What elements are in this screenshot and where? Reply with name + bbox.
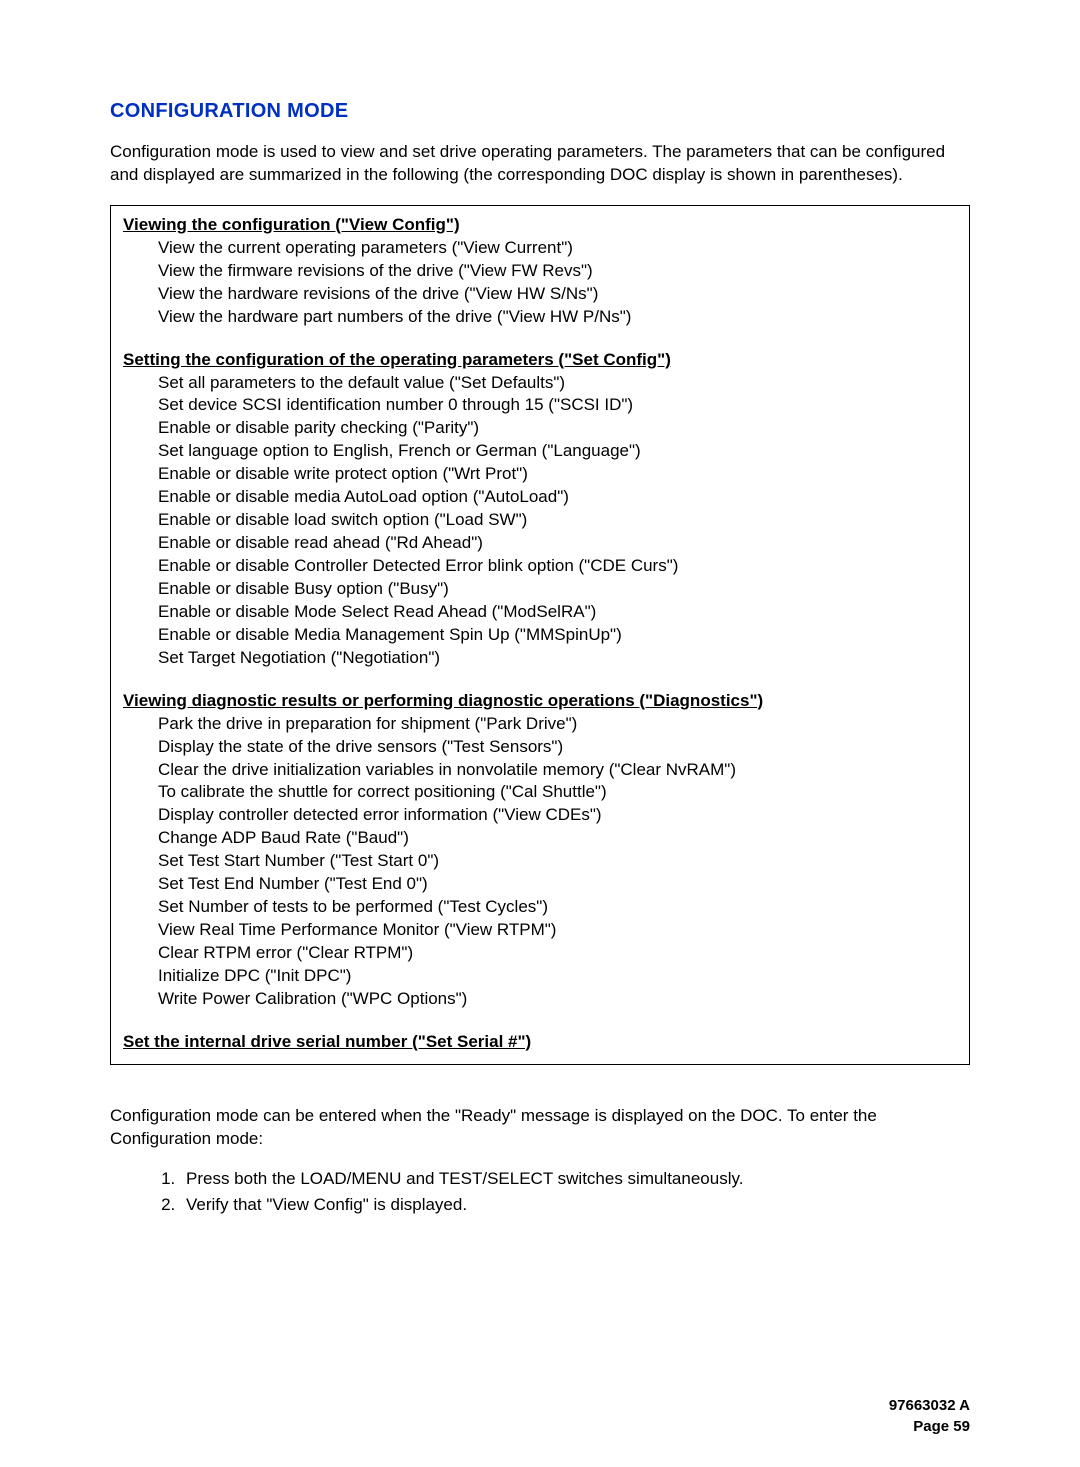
config-item: Enable or disable media AutoLoad option … — [158, 486, 957, 509]
config-item: Display the state of the drive sensors (… — [158, 736, 957, 759]
config-item: Set language option to English, French o… — [158, 440, 957, 463]
config-item: Enable or disable load switch option ("L… — [158, 509, 957, 532]
config-item: View the hardware revisions of the drive… — [158, 283, 957, 306]
config-item: View the firmware revisions of the drive… — [158, 260, 957, 283]
step-item: Press both the LOAD/MENU and TEST/SELECT… — [180, 1169, 970, 1189]
config-item: Enable or disable read ahead ("Rd Ahead"… — [158, 532, 957, 555]
config-group-title: Setting the configuration of the operati… — [123, 350, 671, 369]
config-group-title: Viewing the configuration ("View Config"… — [123, 215, 460, 234]
config-item: Enable or disable Media Management Spin … — [158, 624, 957, 647]
config-group-title: Set the internal drive serial number ("S… — [123, 1032, 531, 1051]
intro-paragraph: Configuration mode is used to view and s… — [110, 141, 970, 187]
config-item: Enable or disable Controller Detected Er… — [158, 555, 957, 578]
config-item: Enable or disable Mode Select Read Ahead… — [158, 601, 957, 624]
config-item: Enable or disable Busy option ("Busy") — [158, 578, 957, 601]
config-item: Initialize DPC ("Init DPC") — [158, 965, 957, 988]
config-item: Set device SCSI identification number 0 … — [158, 394, 957, 417]
outro-paragraph: Configuration mode can be entered when t… — [110, 1105, 970, 1151]
page-footer: 97663032 A Page 59 — [110, 1395, 970, 1437]
step-item: Verify that "View Config" is displayed. — [180, 1195, 970, 1215]
config-item: Set Test End Number ("Test End 0") — [158, 873, 957, 896]
footer-doc-number: 97663032 A — [110, 1395, 970, 1416]
config-group: Viewing the configuration ("View Config"… — [123, 214, 957, 329]
config-item: View the hardware part numbers of the dr… — [158, 306, 957, 329]
config-box: Viewing the configuration ("View Config"… — [110, 205, 970, 1065]
config-item: Set Target Negotiation ("Negotiation") — [158, 647, 957, 670]
config-item: Write Power Calibration ("WPC Options") — [158, 988, 957, 1011]
config-item: To calibrate the shuttle for correct pos… — [158, 781, 957, 804]
config-group: Set the internal drive serial number ("S… — [123, 1031, 957, 1054]
config-item: Enable or disable write protect option (… — [158, 463, 957, 486]
config-item-list: Park the drive in preparation for shipme… — [123, 713, 957, 1011]
config-item: Change ADP Baud Rate ("Baud") — [158, 827, 957, 850]
config-item: Set all parameters to the default value … — [158, 372, 957, 395]
config-item: Clear RTPM error ("Clear RTPM") — [158, 942, 957, 965]
config-item: Set Test Start Number ("Test Start 0") — [158, 850, 957, 873]
config-group: Viewing diagnostic results or performing… — [123, 690, 957, 1011]
steps-list: Press both the LOAD/MENU and TEST/SELECT… — [110, 1169, 970, 1215]
config-item-list: Set all parameters to the default value … — [123, 372, 957, 670]
config-item: Set Number of tests to be performed ("Te… — [158, 896, 957, 919]
config-item: Park the drive in preparation for shipme… — [158, 713, 957, 736]
config-item: View Real Time Performance Monitor ("Vie… — [158, 919, 957, 942]
config-item: View the current operating parameters ("… — [158, 237, 957, 260]
config-item: Display controller detected error inform… — [158, 804, 957, 827]
config-item-list: View the current operating parameters ("… — [123, 237, 957, 329]
footer-page-number: Page 59 — [110, 1416, 970, 1437]
config-item: Enable or disable parity checking ("Pari… — [158, 417, 957, 440]
section-title: CONFIGURATION MODE — [110, 100, 970, 123]
config-group-title: Viewing diagnostic results or performing… — [123, 691, 763, 710]
page-container: CONFIGURATION MODE Configuration mode is… — [0, 0, 1080, 1467]
config-item: Clear the drive initialization variables… — [158, 759, 957, 782]
config-group: Setting the configuration of the operati… — [123, 349, 957, 670]
